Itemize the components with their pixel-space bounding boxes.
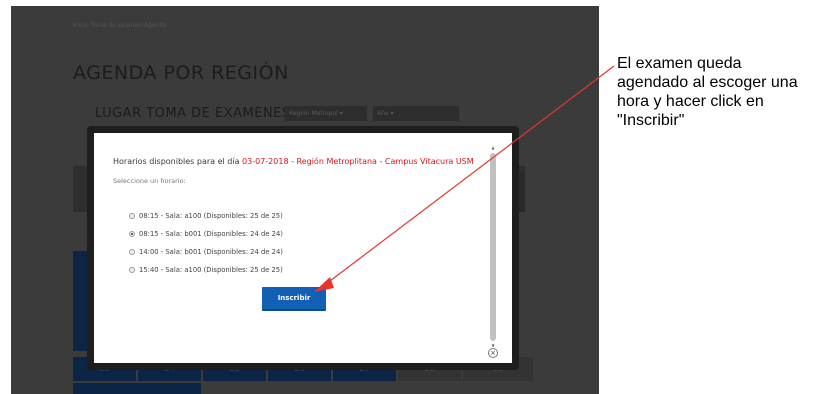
scroll-up-icon[interactable]: ▲ (490, 145, 496, 150)
annotation-text: El examen queda agendado al escoger una … (617, 55, 798, 129)
page-title: AGENDA POR REGIÓN (73, 62, 289, 84)
modal-header-date-location: 03-07-2018 - Región Metroplitana - Campu… (242, 157, 474, 166)
year-select[interactable]: Año ▾ (373, 106, 459, 121)
radio-button[interactable] (129, 267, 135, 273)
time-slot-option[interactable]: 14:00 - Sala: b001 (Disponibles: 24 de 2… (129, 243, 283, 261)
region-select[interactable]: Región Metropol ▾ (285, 106, 367, 121)
modal-header-prefix: Horarios disponibles para el día (113, 157, 243, 166)
modal-header: Horarios disponibles para el día 03-07-2… (113, 157, 483, 166)
time-slot-label: 08:15 - Sala: b001 (Disponibles: 24 de 2… (139, 230, 283, 238)
modal-scrollbar[interactable]: ▲ ▼ (490, 145, 496, 350)
time-slot-list: 08:15 - Sala: a100 (Disponibles: 25 de 2… (129, 207, 283, 279)
time-slot-label: 15:40 - Sala: a100 (Disponibles: 25 de 2… (139, 266, 283, 274)
scroll-thumb[interactable] (490, 153, 496, 341)
page-subtitle: LUGAR TOMA DE EXAMENES: (95, 106, 296, 121)
time-slot-option[interactable]: 15:40 - Sala: a100 (Disponibles: 25 de 2… (129, 261, 283, 279)
schedule-modal: Horarios disponibles para el día 03-07-2… (87, 126, 519, 370)
radio-button[interactable] (129, 249, 135, 255)
radio-button[interactable] (129, 231, 135, 237)
calendar-row-fragment (73, 383, 201, 394)
time-slot-label: 14:00 - Sala: b001 (Disponibles: 24 de 2… (139, 248, 283, 256)
breadcrumb: Inicio Toma de examen Agenda (73, 22, 167, 29)
screenshot-backdrop: Inicio Toma de examen Agenda AGENDA POR … (11, 6, 599, 394)
radio-button[interactable] (129, 213, 135, 219)
modal-prompt: Seleccione un horario: (113, 177, 186, 185)
time-slot-option[interactable]: 08:15 - Sala: a100 (Disponibles: 25 de 2… (129, 207, 283, 225)
close-icon[interactable]: × (488, 348, 498, 358)
inscribir-button[interactable]: Inscribir (262, 287, 326, 311)
time-slot-option[interactable]: 08:15 - Sala: b001 (Disponibles: 24 de 2… (129, 225, 283, 243)
time-slot-label: 08:15 - Sala: a100 (Disponibles: 25 de 2… (139, 212, 283, 220)
